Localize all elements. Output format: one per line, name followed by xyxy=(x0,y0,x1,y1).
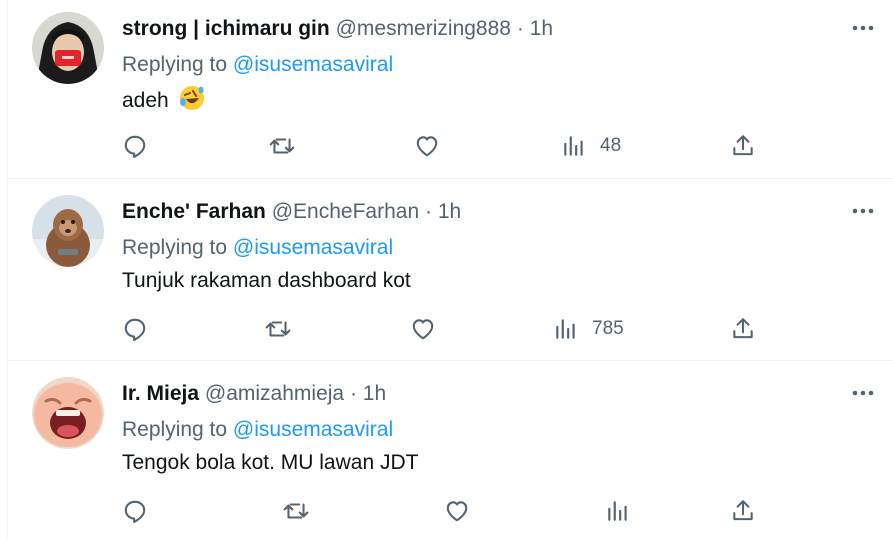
reply-button[interactable] xyxy=(122,311,148,347)
like-button[interactable] xyxy=(444,493,470,529)
tweet-text: adeh xyxy=(122,84,206,120)
user-handle[interactable]: @amizahmieja xyxy=(205,382,344,405)
retweet-icon xyxy=(283,503,309,519)
replying-label: Replying to xyxy=(122,236,233,259)
avatar[interactable] xyxy=(32,377,104,449)
reply-icon xyxy=(124,318,146,341)
views-button[interactable]: 785 xyxy=(554,311,624,347)
tweet-reply[interactable]: Ir. Mieja @amizahmieja · 1h Replying to … xyxy=(8,361,893,539)
like-icon xyxy=(412,319,434,340)
tweet-reply[interactable]: Enche' Farhan @EncheFarhan · 1h Replying… xyxy=(8,179,893,361)
tweet-text-content: adeh xyxy=(122,89,169,112)
views-button[interactable] xyxy=(606,493,644,529)
replying-to: Replying to @isusemasaviral xyxy=(122,416,393,444)
more-icon[interactable] xyxy=(849,381,877,405)
timestamp[interactable]: 1h xyxy=(438,200,461,223)
share-button[interactable] xyxy=(730,311,756,347)
like-icon xyxy=(416,136,438,157)
reply-button[interactable] xyxy=(122,128,148,164)
replying-to: Replying to @isusemasaviral xyxy=(122,234,393,262)
separator: · xyxy=(349,382,357,405)
more-icon[interactable] xyxy=(849,16,877,40)
view-count: 48 xyxy=(600,135,622,156)
tweet-reply[interactable]: strong | ichimaru gin @mesmerizing888 · … xyxy=(8,0,893,179)
user-handle[interactable]: @mesmerizing888 xyxy=(336,17,511,40)
like-button[interactable] xyxy=(414,128,440,164)
tweet-actions: 48 xyxy=(8,128,893,164)
like-icon xyxy=(446,501,468,522)
separator: · xyxy=(516,17,524,40)
mention-link[interactable]: @isusemasaviral xyxy=(233,53,393,76)
mention-link[interactable]: @isusemasaviral xyxy=(233,418,393,441)
tweet-text-content: Tunjuk rakaman dashboard kot xyxy=(122,269,411,292)
display-name[interactable]: Enche' Farhan xyxy=(122,200,266,223)
mention-link[interactable]: @isusemasaviral xyxy=(233,236,393,259)
share-button[interactable] xyxy=(730,128,756,164)
rolling-on-floor-laughing-emoji xyxy=(178,84,206,120)
views-icon xyxy=(608,501,627,521)
tweet-text: Tunjuk rakaman dashboard kot xyxy=(122,267,411,295)
replying-label: Replying to xyxy=(122,53,233,76)
tweet-actions: 785 xyxy=(8,311,893,347)
views-icon xyxy=(564,136,583,156)
tweet-header: Enche' Farhan @EncheFarhan · 1h xyxy=(122,199,461,225)
share-button[interactable] xyxy=(730,493,756,529)
share-icon xyxy=(733,318,753,339)
share-icon xyxy=(733,500,753,521)
reply-icon xyxy=(124,500,146,523)
tweet-actions xyxy=(8,493,893,529)
avatar[interactable] xyxy=(32,195,104,267)
retweet-button[interactable] xyxy=(268,128,296,164)
retweet-icon xyxy=(265,321,291,337)
tweet-header: strong | ichimaru gin @mesmerizing888 · … xyxy=(122,16,553,42)
timestamp[interactable]: 1h xyxy=(363,382,386,405)
tweet-text-content: Tengok bola kot. MU lawan JDT xyxy=(122,451,419,474)
views-icon xyxy=(556,319,575,339)
display-name[interactable]: Ir. Mieja xyxy=(122,382,199,405)
replying-label: Replying to xyxy=(122,418,233,441)
retweet-icon xyxy=(269,138,295,154)
more-icon[interactable] xyxy=(849,199,877,223)
timestamp[interactable]: 1h xyxy=(530,17,553,40)
separator: · xyxy=(424,200,432,223)
reply-button[interactable] xyxy=(122,493,148,529)
reply-icon xyxy=(124,135,146,158)
replying-to: Replying to @isusemasaviral xyxy=(122,51,393,79)
view-count: 785 xyxy=(592,318,624,339)
retweet-button[interactable] xyxy=(264,311,292,347)
retweet-button[interactable] xyxy=(282,493,310,529)
display-name[interactable]: strong | ichimaru gin xyxy=(122,17,330,40)
tweet-header: Ir. Mieja @amizahmieja · 1h xyxy=(122,381,386,407)
avatar[interactable] xyxy=(32,12,104,84)
views-button[interactable]: 48 xyxy=(562,128,621,164)
share-icon xyxy=(733,135,753,156)
like-button[interactable] xyxy=(410,311,436,347)
user-handle[interactable]: @EncheFarhan xyxy=(272,200,419,223)
tweet-text: Tengok bola kot. MU lawan JDT xyxy=(122,449,418,477)
